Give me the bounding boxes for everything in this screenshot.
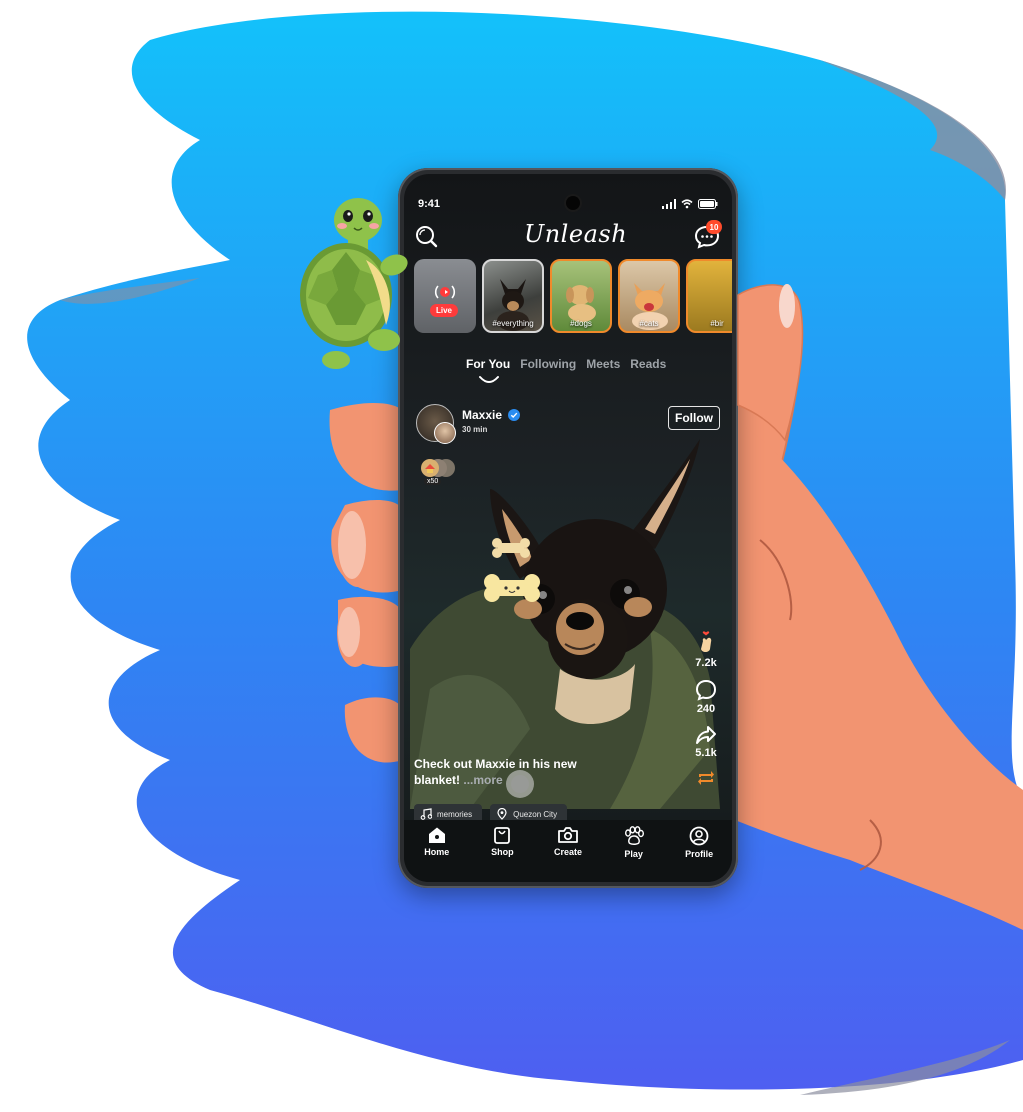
music-label: memories [437, 809, 473, 819]
stories-row: Live #everything #dogs #cats #bir [414, 259, 732, 339]
nav-label: Profile [685, 849, 714, 859]
nav-label: Shop [491, 847, 514, 857]
follow-button[interactable]: Follow [668, 406, 720, 430]
comment-action[interactable]: 240 [688, 679, 724, 715]
nav-label: Create [553, 847, 582, 857]
repost-action[interactable] [688, 769, 724, 787]
status-time: 9:41 [418, 198, 441, 210]
story-label: #everything [492, 319, 534, 328]
story-birds[interactable]: #bir [686, 259, 732, 333]
active-tab-indicator [479, 376, 499, 383]
location-pin-icon [497, 808, 507, 820]
nav-label: Play [624, 849, 643, 859]
story-everything[interactable]: #everything [482, 259, 544, 333]
nav-home[interactable]: Home [411, 826, 463, 882]
post-actions: 7.2k 240 5.1k [688, 629, 724, 797]
paw-icon [624, 826, 644, 845]
feed-tabs: For You Following Meets Reads [466, 357, 666, 383]
tab-reads[interactable]: Reads [630, 357, 666, 371]
message-count-badge: 10 [706, 220, 722, 234]
app-logo: Unleash [524, 220, 628, 248]
post-author: Maxxie 30 min Follow [416, 404, 726, 448]
share-count: 5.1k [695, 747, 717, 759]
shopping-bag-icon [494, 827, 511, 844]
share-arrow-icon [696, 726, 716, 744]
story-dogs[interactable]: #dogs [550, 259, 612, 333]
messages-button[interactable]: 10 [694, 220, 722, 250]
home-icon [428, 827, 445, 843]
story-cats[interactable]: #cats [618, 259, 680, 333]
owner-avatar [434, 422, 456, 444]
reaction-stack[interactable]: x50 [418, 456, 458, 488]
finger-heart-icon [701, 631, 712, 652]
front-camera [566, 196, 580, 210]
story-live[interactable]: Live [414, 259, 476, 333]
post-photo-chihuahua[interactable] [410, 429, 732, 809]
bottom-navigation: Home Shop Create Play Profile [404, 820, 732, 882]
broadcast-icon [434, 285, 456, 299]
story-label: #cats [639, 319, 659, 328]
tab-for-you[interactable]: For You [466, 357, 510, 371]
wifi-icon [681, 199, 693, 209]
author-name[interactable]: Maxxie [462, 408, 502, 422]
signal-icon [662, 199, 676, 209]
top-bar: Unleash 10 [414, 218, 722, 254]
repost-icon [698, 771, 714, 785]
share-action[interactable]: 5.1k [688, 725, 724, 759]
story-label: #bir [710, 319, 724, 328]
live-badge: Live [430, 304, 458, 317]
author-avatar[interactable] [416, 404, 456, 444]
verified-badge-icon [508, 409, 520, 421]
nav-play[interactable]: Play [608, 826, 660, 882]
comment-count: 240 [696, 703, 716, 715]
like-action[interactable]: 7.2k [688, 629, 724, 669]
status-icons [662, 199, 718, 209]
story-label: #dogs [570, 319, 592, 328]
reaction-emoji-icon [421, 459, 455, 477]
turtle-sticker [300, 198, 408, 369]
search-icon[interactable] [414, 224, 438, 248]
location-label: Quezon City [513, 809, 558, 819]
phone-frame: 9:41 Unleash 10 Live #everything #dogs #… [398, 168, 738, 888]
camera-icon [558, 827, 578, 843]
post-caption: Check out Maxxie in his new blanket! ...… [414, 756, 614, 788]
reaction-count: x50 [424, 478, 442, 485]
nav-shop[interactable]: Shop [476, 826, 528, 882]
post-time: 30 min [462, 425, 488, 434]
nav-create[interactable]: Create [542, 826, 594, 882]
like-count: 7.2k [695, 657, 717, 669]
more-link[interactable]: ...more [463, 773, 502, 787]
comment-bubble-icon [695, 679, 717, 701]
profile-icon [689, 826, 709, 846]
nav-profile[interactable]: Profile [673, 826, 725, 882]
app-screen: 9:41 Unleash 10 Live #everything #dogs #… [404, 174, 732, 882]
nav-label: Home [424, 847, 450, 857]
tab-following[interactable]: Following [520, 357, 576, 371]
battery-icon [698, 199, 718, 209]
music-note-icon [420, 808, 432, 820]
tab-meets[interactable]: Meets [586, 357, 620, 371]
